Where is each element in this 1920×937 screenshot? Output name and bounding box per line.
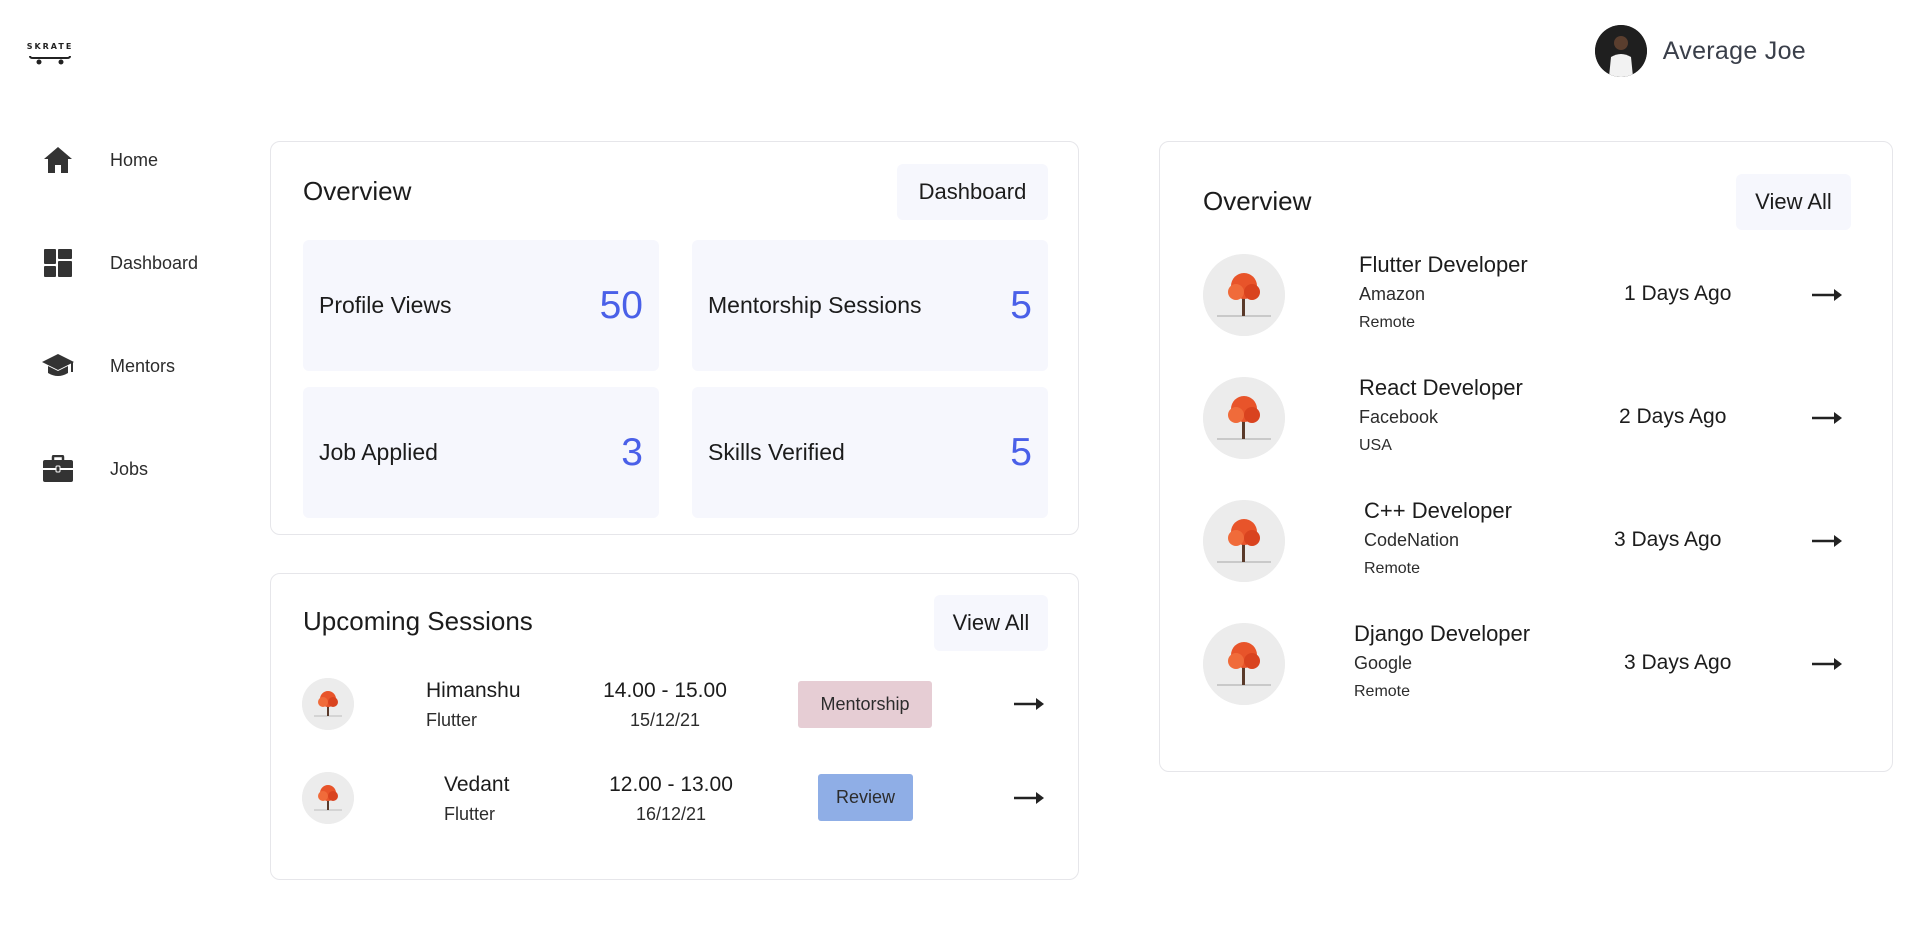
stat-value: 5 [1010, 283, 1032, 327]
job-title: C++ Developer [1364, 498, 1512, 523]
user-name: Average Joe [1662, 36, 1806, 65]
stat-mentorship-sessions[interactable]: Mentorship Sessions 5 [692, 240, 1048, 371]
review-tag[interactable]: Review [818, 774, 913, 821]
session-date: 16/12/21 [635, 804, 707, 824]
job-location: Remote [1359, 314, 1416, 331]
sidebar-item-label: Jobs [110, 458, 149, 479]
upcoming-sessions-card: Upcoming Sessions View All Himanshu Flut… [270, 573, 1079, 880]
company-thumbnail [1203, 623, 1285, 705]
job-row[interactable]: React Developer Facebook USA 2 Days Ago [1203, 375, 1853, 459]
mentor-name: Vedant [444, 773, 510, 796]
arrow-right-icon[interactable] [1014, 790, 1046, 806]
briefcase-icon [40, 451, 76, 487]
job-posted: 1 Days Ago [1624, 282, 1732, 305]
mentor-thumbnail [302, 678, 354, 730]
sidebar-item-mentors[interactable]: Mentors [40, 346, 198, 386]
mentor-name: Himanshu [426, 679, 521, 702]
avatar [1594, 25, 1647, 77]
skrate-logo[interactable]: SKRATE [26, 42, 74, 66]
user-profile[interactable]: Average Joe [1594, 25, 1806, 77]
job-row[interactable]: Flutter Developer Amazon Remote 1 Days A… [1203, 252, 1853, 336]
sidebar-item-label: Mentors [110, 355, 176, 376]
dashboard-icon [40, 245, 76, 281]
jobs-view-all-button[interactable]: View All [1736, 174, 1851, 230]
session-date: 15/12/21 [629, 710, 701, 730]
mentor-thumbnail [302, 772, 354, 824]
session-time: 12.00 - 13.00 [609, 773, 733, 796]
job-posted: 3 Days Ago [1624, 651, 1732, 674]
job-location: USA [1359, 437, 1392, 454]
sidebar-item-jobs[interactable]: Jobs [40, 449, 198, 489]
company-thumbnail [1203, 254, 1285, 336]
sidebar-item-home[interactable]: Home [40, 140, 198, 180]
stat-label: Skills Verified [708, 439, 845, 465]
stat-label: Mentorship Sessions [708, 292, 922, 318]
home-icon [40, 142, 76, 178]
sidebar-item-dashboard[interactable]: Dashboard [40, 243, 198, 283]
logo-text: SKRATE [26, 42, 74, 51]
job-location: Remote [1364, 560, 1421, 577]
job-location: Remote [1354, 683, 1411, 700]
stat-label: Job Applied [319, 439, 438, 465]
job-company: CodeNation [1364, 530, 1460, 550]
sidebar: Home Dashboard Mentors Jobs [40, 140, 198, 552]
job-title: React Developer [1359, 375, 1523, 400]
job-company: Amazon [1359, 284, 1426, 304]
job-company: Facebook [1359, 407, 1439, 427]
job-title: Django Developer [1354, 621, 1531, 646]
arrow-right-icon[interactable] [1812, 287, 1844, 303]
stat-profile-views[interactable]: Profile Views 50 [303, 240, 659, 371]
overview-title: Overview [303, 176, 412, 206]
company-thumbnail [1203, 500, 1285, 582]
stat-value: 5 [1010, 430, 1032, 474]
session-row[interactable]: Himanshu Flutter 14.00 - 15.00 15/12/21 … [302, 678, 1049, 730]
job-title: Flutter Developer [1359, 252, 1528, 277]
stat-value: 50 [599, 283, 643, 327]
sessions-title: Upcoming Sessions [303, 606, 533, 636]
job-posted: 2 Days Ago [1619, 405, 1727, 428]
arrow-right-icon[interactable] [1812, 533, 1844, 549]
stat-skills-verified[interactable]: Skills Verified 5 [692, 387, 1048, 518]
arrow-right-icon[interactable] [1014, 696, 1046, 712]
job-company: Google [1354, 653, 1413, 673]
sidebar-item-label: Home [110, 149, 159, 170]
session-row[interactable]: Vedant Flutter 12.00 - 13.00 16/12/21 Re… [302, 772, 1049, 824]
sidebar-item-label: Dashboard [110, 252, 199, 273]
dashboard-button[interactable]: Dashboard [897, 164, 1048, 220]
app-root: SKRATE Average Joe Home Dashboard Mentor… [0, 0, 1920, 937]
session-topic: Flutter [426, 710, 478, 730]
job-posted: 3 Days Ago [1614, 528, 1722, 551]
stat-job-applied[interactable]: Job Applied 3 [303, 387, 659, 518]
job-row[interactable]: C++ Developer CodeNation Remote 3 Days A… [1203, 498, 1853, 582]
jobs-overview-card: Overview View All Flutter Developer Amaz… [1159, 141, 1893, 772]
arrow-right-icon[interactable] [1812, 410, 1844, 426]
job-row[interactable]: Django Developer Google Remote 3 Days Ag… [1203, 621, 1853, 705]
session-topic: Flutter [444, 804, 496, 824]
company-thumbnail [1203, 377, 1285, 459]
session-time: 14.00 - 15.00 [603, 679, 727, 702]
overview-card: Overview Dashboard Profile Views 50 Ment… [270, 141, 1079, 535]
arrow-right-icon[interactable] [1812, 656, 1844, 672]
graduation-cap-icon [40, 348, 76, 384]
stat-value: 3 [621, 430, 643, 474]
mentorship-tag[interactable]: Mentorship [798, 681, 932, 728]
jobs-title: Overview [1203, 186, 1312, 216]
skateboard-icon [29, 55, 71, 65]
sessions-view-all-button[interactable]: View All [934, 595, 1048, 651]
stat-label: Profile Views [319, 292, 452, 318]
